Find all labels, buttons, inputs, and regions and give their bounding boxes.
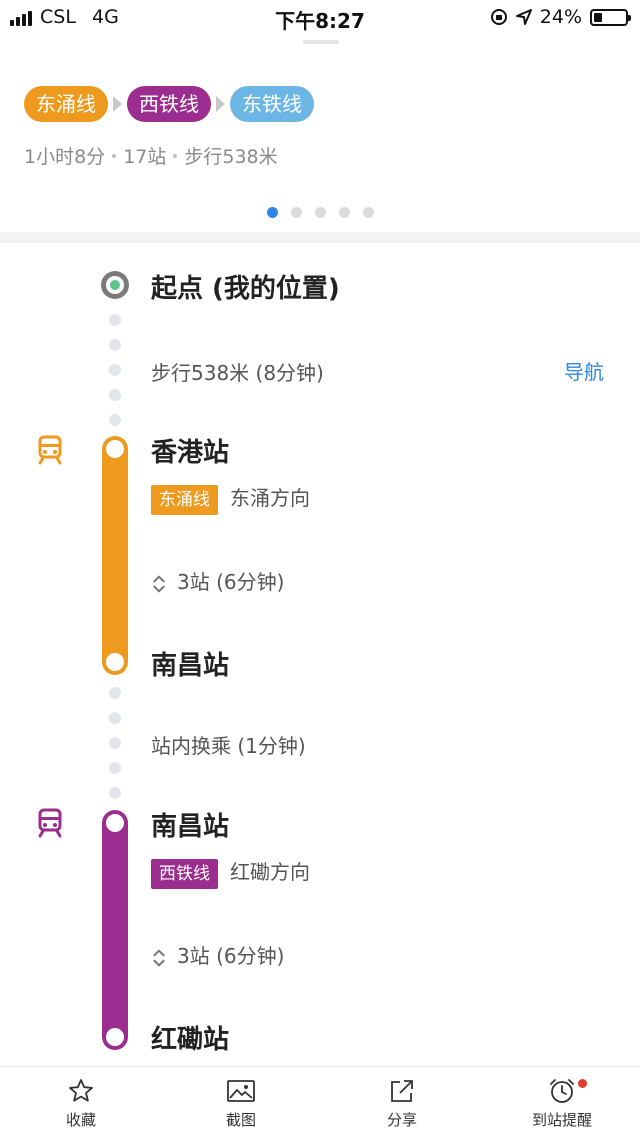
orientation-lock-icon bbox=[490, 9, 507, 25]
direction-text: 红磡方向 bbox=[230, 860, 310, 884]
transfer-dot bbox=[109, 712, 121, 724]
line-segment-west-rail bbox=[102, 810, 128, 1050]
share-icon bbox=[391, 1080, 413, 1102]
image-icon bbox=[227, 1080, 255, 1102]
arrival-alert-button[interactable]: 到站提醒 bbox=[502, 1077, 622, 1130]
page-dot-active bbox=[266, 207, 278, 218]
train-icon bbox=[38, 435, 62, 465]
notification-dot bbox=[578, 1079, 587, 1088]
line-tag: 西铁线 bbox=[151, 859, 218, 889]
walk-dot bbox=[109, 339, 121, 351]
station-node bbox=[106, 653, 124, 671]
arrival-alert-label: 到站提醒 bbox=[531, 1111, 592, 1129]
expand-updown-icon bbox=[153, 949, 165, 966]
favorite-button[interactable]: 收藏 bbox=[21, 1077, 141, 1130]
walk-segment-text: 步行538米 (8分钟) bbox=[151, 361, 324, 385]
transfer-text: 站内换乘 (1分钟) bbox=[151, 734, 306, 758]
star-icon bbox=[69, 1079, 93, 1102]
train-icon bbox=[38, 808, 62, 838]
walk-dot bbox=[109, 314, 121, 326]
transfer-dot bbox=[109, 787, 121, 799]
bottom-action-bar: 收藏 截图 分享 到站提醒 bbox=[0, 1066, 640, 1139]
alarm-clock-icon bbox=[550, 1079, 574, 1103]
route-station-count: 17站 bbox=[123, 146, 167, 168]
route-line-chips[interactable]: 东涌线 西铁线 东铁线 bbox=[24, 86, 314, 122]
line-direction-row: 东涌线 东涌方向 bbox=[151, 482, 310, 515]
screenshot-label: 截图 bbox=[225, 1111, 256, 1129]
line-tag: 东涌线 bbox=[151, 485, 218, 515]
share-button[interactable]: 分享 bbox=[342, 1077, 462, 1130]
section-divider bbox=[0, 232, 640, 243]
battery-icon bbox=[590, 8, 631, 26]
favorite-label: 收藏 bbox=[65, 1111, 96, 1129]
alight-station-title[interactable]: 红磡站 bbox=[151, 1019, 229, 1056]
chevron-right-icon bbox=[216, 96, 225, 112]
line-chip-tung-chung: 东涌线 bbox=[24, 86, 108, 122]
stops-count-text: 3站 (6分钟) bbox=[177, 570, 285, 594]
page-dot bbox=[338, 207, 350, 218]
page-dot bbox=[290, 207, 302, 218]
line-chip-east-rail: 东铁线 bbox=[230, 86, 314, 122]
board-station-title[interactable]: 香港站 bbox=[151, 432, 229, 469]
route-walk-distance: 步行538米 bbox=[184, 146, 278, 168]
line-direction-row: 西铁线 红磡方向 bbox=[151, 856, 310, 889]
line-chip-west-rail: 西铁线 bbox=[127, 86, 211, 122]
direction-text: 东涌方向 bbox=[230, 486, 310, 510]
battery-percent: 24% bbox=[539, 6, 582, 28]
start-point-title: 起点 (我的位置) bbox=[151, 274, 340, 304]
board-station-title[interactable]: 南昌站 bbox=[151, 806, 229, 843]
route-page-indicator[interactable] bbox=[0, 207, 640, 218]
stops-count-text: 3站 (6分钟) bbox=[177, 944, 285, 968]
transfer-dot bbox=[109, 762, 121, 774]
route-duration: 1小时8分 bbox=[24, 146, 106, 168]
location-arrow-icon bbox=[515, 9, 532, 25]
line-segment-tung-chung bbox=[102, 436, 128, 675]
status-bar: CSL 4G 下午8:27 24% bbox=[0, 0, 640, 34]
route-summary: 1小时8分 17站 步行538米 bbox=[24, 142, 278, 169]
sheet-grabber[interactable] bbox=[303, 40, 339, 44]
share-label: 分享 bbox=[386, 1111, 417, 1129]
chevron-right-icon bbox=[113, 96, 122, 112]
transfer-dot bbox=[109, 687, 121, 699]
alight-station-title[interactable]: 南昌站 bbox=[151, 645, 229, 682]
expand-updown-icon bbox=[153, 575, 165, 592]
navigate-link[interactable]: 导航 bbox=[564, 356, 604, 385]
screenshot-button[interactable]: 截图 bbox=[181, 1077, 301, 1130]
walk-dot bbox=[109, 414, 121, 426]
transfer-dot bbox=[109, 737, 121, 749]
page-dot bbox=[362, 207, 374, 218]
station-node bbox=[106, 814, 124, 832]
stops-expander[interactable]: 3站 (6分钟) bbox=[151, 940, 284, 969]
walk-dot bbox=[109, 364, 121, 376]
page-dot bbox=[314, 207, 326, 218]
station-node bbox=[106, 1028, 124, 1046]
station-node bbox=[106, 440, 124, 458]
start-point-icon bbox=[101, 271, 129, 299]
stops-expander[interactable]: 3站 (6分钟) bbox=[151, 566, 284, 595]
walk-dot bbox=[109, 389, 121, 401]
